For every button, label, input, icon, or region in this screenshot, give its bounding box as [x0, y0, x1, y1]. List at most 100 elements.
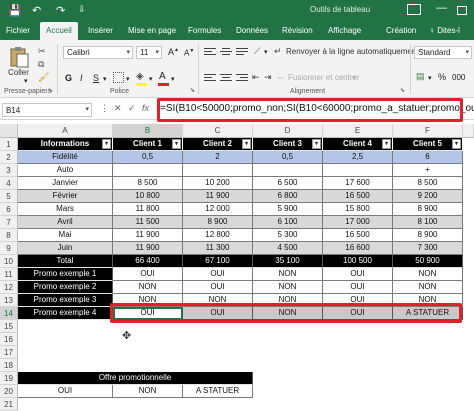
table-cell[interactable]	[113, 164, 183, 177]
table-header-cell[interactable]: Client 5 ▾	[393, 138, 463, 151]
fill-color-icon[interactable]: ◈	[136, 71, 144, 82]
borders-icon[interactable]	[113, 72, 124, 83]
merge-center-button[interactable]: Fusionner et centrer	[288, 73, 360, 82]
table-cell[interactable]: 50 900	[393, 255, 463, 268]
tab-inserer[interactable]: Insérer	[88, 26, 113, 35]
font-launcher-icon[interactable]: ⬊	[190, 87, 195, 94]
align-bottom-icon[interactable]	[236, 48, 248, 57]
tab-formules[interactable]: Formules	[188, 26, 221, 35]
align-left-icon[interactable]	[204, 74, 216, 83]
table-cell[interactable]: 11 500	[113, 216, 183, 229]
table-cell[interactable]: Mars	[18, 203, 113, 216]
row-header[interactable]: 11	[0, 268, 18, 281]
table-cell[interactable]: OUI	[323, 268, 393, 281]
table-cell[interactable]: 12 800	[183, 229, 253, 242]
row-header[interactable]: 4	[0, 177, 18, 190]
maximize-button[interactable]	[457, 6, 467, 15]
table-cell[interactable]: 17 600	[323, 177, 393, 190]
table-cell[interactable]: 7 300	[393, 242, 463, 255]
table-cell[interactable]: 11 900	[113, 229, 183, 242]
name-box[interactable]: B14 ▾	[2, 103, 92, 117]
table-cell[interactable]: Février	[18, 190, 113, 203]
table-cell[interactable]: 11 300	[183, 242, 253, 255]
table-cell[interactable]: 6 100	[253, 216, 323, 229]
table-cell[interactable]: 11 900	[183, 190, 253, 203]
accounting-dropdown-icon[interactable]: ▾	[428, 74, 432, 82]
tab-creation[interactable]: Création	[386, 26, 416, 35]
align-center-icon[interactable]	[220, 74, 232, 83]
orientation-dropdown-icon[interactable]: ▾	[264, 48, 268, 56]
row-header[interactable]: 16	[0, 333, 18, 346]
row-header[interactable]: 9	[0, 242, 18, 255]
cut-icon[interactable]: ✂	[38, 46, 46, 57]
minimize-button[interactable]: —	[436, 2, 447, 14]
redo-icon[interactable]: ↷	[56, 4, 65, 17]
table-cell[interactable]: NON	[253, 268, 323, 281]
table-cell[interactable]: 17 000	[323, 216, 393, 229]
align-top-icon[interactable]	[204, 48, 216, 57]
column-header-c[interactable]: C	[183, 124, 253, 138]
table-cell[interactable]: Juin	[18, 242, 113, 255]
table-cell[interactable]: 8 500	[393, 177, 463, 190]
table-cell[interactable]: 2,5	[323, 151, 393, 164]
column-header-g[interactable]	[463, 124, 474, 138]
table-cell[interactable]: 16 600	[323, 242, 393, 255]
row-header[interactable]: 19	[0, 372, 18, 385]
row-header[interactable]: 10	[0, 255, 18, 268]
copy-icon[interactable]: ⧉	[38, 59, 44, 70]
merge-center-icon[interactable]: ⇔	[276, 72, 285, 82]
font-name-combo[interactable]: Calibri ▾	[63, 46, 133, 59]
table-cell[interactable]	[183, 164, 253, 177]
table-cell[interactable]: 8 900	[393, 229, 463, 242]
number-format-combo[interactable]: Standard ▾	[414, 46, 472, 59]
wrap-text-icon[interactable]: ↵	[274, 46, 282, 57]
filter-dropdown-icon[interactable]: ▾	[102, 139, 111, 149]
paste-button[interactable]: Coller	[8, 68, 29, 77]
alignment-launcher-icon[interactable]: ⬊	[400, 87, 405, 94]
cancel-formula-button[interactable]: ✕	[114, 103, 122, 114]
table-cell[interactable]: 15 800	[323, 203, 393, 216]
format-painter-icon[interactable]: 🖌	[38, 72, 49, 83]
table-cell[interactable]	[323, 164, 393, 177]
accounting-format-icon[interactable]: ▤	[416, 71, 425, 82]
table-cell[interactable]: 11 900	[113, 242, 183, 255]
row-header[interactable]: 5	[0, 190, 18, 203]
column-header-e[interactable]: E	[323, 124, 393, 138]
drag-handle-icon[interactable]: ⋮	[100, 103, 109, 114]
table-cell[interactable]: +	[393, 164, 463, 177]
table-cell[interactable]: Mai	[18, 229, 113, 242]
ribbon-display-options-icon[interactable]	[407, 4, 421, 15]
bold-button[interactable]: G	[65, 73, 72, 83]
offer-title-cell[interactable]: Offre promotionnelle	[18, 372, 253, 385]
decrease-indent-icon[interactable]: ⇤	[252, 72, 260, 83]
row-header[interactable]: 1	[0, 138, 18, 151]
table-cell[interactable]: 2	[183, 151, 253, 164]
undo-icon[interactable]: ↶	[32, 4, 41, 17]
filter-dropdown-icon[interactable]: ▾	[452, 139, 461, 149]
table-cell[interactable]: Promo exemple 4	[18, 307, 113, 320]
table-cell[interactable]: 12 000	[183, 203, 253, 216]
filter-dropdown-icon[interactable]: ▾	[172, 139, 181, 149]
table-cell[interactable]: Avril	[18, 216, 113, 229]
tab-donnees[interactable]: Données	[236, 26, 268, 35]
percent-button[interactable]: %	[438, 72, 446, 82]
table-cell[interactable]: NON	[253, 281, 323, 294]
table-cell[interactable]: OUI	[113, 268, 183, 281]
row-header[interactable]: 3	[0, 164, 18, 177]
merge-dropdown-icon[interactable]: ▾	[352, 74, 356, 82]
table-cell[interactable]: OUI	[323, 281, 393, 294]
row-header[interactable]: 13	[0, 294, 18, 307]
row-header[interactable]: 15	[0, 320, 18, 333]
wrap-text-button[interactable]: Renvoyer à la ligne automatiquement	[286, 47, 419, 56]
fill-dropdown-icon[interactable]: ▾	[149, 75, 153, 83]
table-cell[interactable]: 8 900	[183, 216, 253, 229]
table-cell[interactable]: 10 800	[113, 190, 183, 203]
table-cell[interactable]: NON	[113, 281, 183, 294]
table-cell[interactable]: Promo exemple 1	[18, 268, 113, 281]
thousands-separator-button[interactable]: 000	[452, 73, 465, 82]
table-cell[interactable]: Janvier	[18, 177, 113, 190]
table-cell[interactable]: 6	[393, 151, 463, 164]
column-header-d[interactable]: D	[253, 124, 323, 138]
row-header[interactable]: 8	[0, 229, 18, 242]
orientation-icon[interactable]: ⟋	[254, 46, 260, 57]
